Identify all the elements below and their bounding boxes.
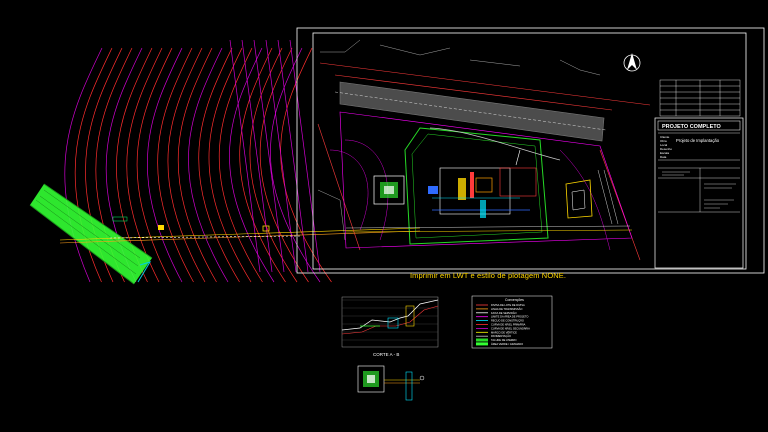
legend: Convenções DIVISA DE LOTE DE DIVISALINHA… [471,295,553,349]
legend-item-label: ÁREA VERDE / GRAMADO [491,342,523,346]
title-block: PROJETO COMPLETO Projeto de Implantação … [654,117,744,269]
legend-swatch [476,342,488,346]
legend-item-label: DIVISA DE LOTE DE DIVISA [491,303,525,307]
legend-item-label: LIMITE DA ÁREA DE PROJETO [491,315,528,319]
contour-line [289,39,321,273]
section-profile [341,296,439,348]
sheet-frame [296,27,765,274]
contour-line [241,39,273,273]
legend-item-label: TALUDE DE ATERRO [491,338,517,342]
contour-line [270,47,321,283]
plotting-note: Imprimir em LWT e estilo de plotagem NON… [410,271,567,280]
contour-line [157,47,194,283]
highway-band [339,81,605,142]
contour-line [239,47,286,283]
contour-line [188,47,229,283]
title-block-subtitle: Projeto de Implantação [676,138,720,143]
contour-line [198,47,240,283]
detail-tank-plan [357,365,425,401]
north-arrow-icon [623,53,641,72]
title-block-field: Data [660,155,667,159]
legend-title: Convenções [505,298,524,302]
site-plan [317,39,651,261]
legend-swatch [476,338,488,342]
legend-item-label: CURVA DE NÍVEL PRIMÁRIA [491,323,526,327]
contour-line [167,47,206,283]
contour-line [259,47,309,283]
legend-item-label: CURVA DE NÍVEL SECUNDÁRIA [491,326,530,330]
contour-line [177,47,217,283]
section-label: CORTE A - B [373,352,399,357]
contour-line [136,47,173,283]
title-block-heading: PROJETO COMPLETO [662,124,722,130]
coordinate-table [659,79,741,117]
cad-drawing-canvas[interactable]: PROJETO COMPLETO Projeto de Implantação … [0,0,768,432]
title-block-fields: ClienteObraLocalDesenhoEscalaData [660,135,672,159]
green-terrain-strip [29,183,153,285]
